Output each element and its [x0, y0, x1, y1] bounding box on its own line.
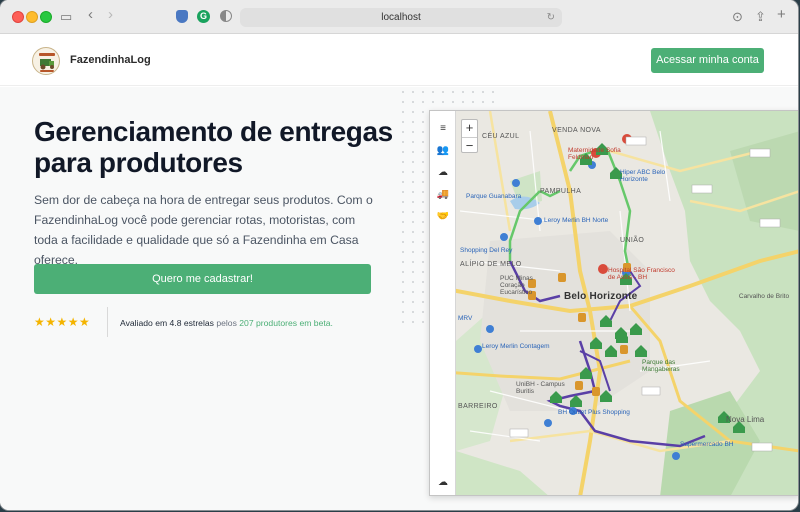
download-icon[interactable]: ⊙: [732, 9, 743, 25]
map-label-ceu-azul: CÉU AZUL: [482, 133, 520, 140]
zoom-out-button[interactable]: −: [462, 137, 477, 154]
sidebar-toggle-icon[interactable]: ▭: [60, 9, 72, 25]
menu-icon[interactable]: ≡: [430, 119, 456, 139]
map-toolbar: ≡ 👥 ☁ 🚚 🤝 ☁: [430, 111, 456, 495]
minimize-window-button[interactable]: [26, 11, 38, 23]
map-label-uniao: UNIÃO: [620, 237, 645, 244]
cloud-icon[interactable]: ☁: [430, 473, 456, 493]
rating-text: Avaliado em 4.8 estrelas pelos 207 produ…: [120, 318, 333, 328]
logo-image[interactable]: [32, 47, 60, 75]
hero-title: Gerenciamento de entregas para produtore…: [34, 116, 393, 178]
rating-mid: pelos: [213, 318, 240, 328]
map-label-unibh: UniBH - Campus Buritis: [516, 381, 565, 395]
address-text: localhost: [381, 12, 421, 23]
browser-window: ▭ ‹ › G localhost ↻ ⊙ ⇪ + FazendinhaLog …: [0, 0, 798, 510]
zoom-control: + −: [461, 119, 478, 153]
address-bar[interactable]: localhost ↻: [240, 8, 562, 27]
map-label-carvalho: Carvalho de Brito: [738, 293, 790, 300]
map-label-puc: PUC Minas Coração Eucarístico: [500, 275, 533, 296]
brand-name[interactable]: FazendinhaLog: [70, 54, 151, 66]
map-screenshot[interactable]: ≡ 👥 ☁ 🚚 🤝 ☁ + − CÉU AZUL VENDA NOVA PAMP…: [429, 110, 798, 496]
map-label-supermercado: Supermercado BH: [680, 441, 734, 448]
zoom-in-button[interactable]: +: [462, 120, 477, 137]
site-header: FazendinhaLog Acessar minha conta: [0, 34, 798, 86]
map-label-shopping: Shopping Del Rey: [460, 247, 513, 254]
map-label-bh: Belo Horizonte: [564, 291, 638, 302]
truck-icon[interactable]: 🚚: [430, 185, 456, 205]
drivers-icon[interactable]: 👥: [430, 141, 456, 161]
map-label-nova-lima: Nova Lima: [726, 415, 765, 424]
close-window-button[interactable]: [12, 11, 24, 23]
rating-link[interactable]: 207 produtores em beta.: [239, 318, 333, 328]
rating-stars: ★★★★★: [34, 315, 91, 329]
hero-lead: Sem dor de cabeça na hora de entregar se…: [34, 193, 373, 267]
forward-icon[interactable]: ›: [108, 7, 113, 23]
login-button[interactable]: Acessar minha conta: [651, 48, 764, 73]
browser-titlebar: ▭ ‹ › G localhost ↻ ⊙ ⇪ +: [0, 0, 798, 34]
map-label-leroy-norte: Leroy Merlin BH Norte: [544, 217, 609, 224]
shield-icon[interactable]: [176, 10, 188, 23]
map-label-venda-nova: VENDA NOVA: [552, 127, 601, 134]
map-label-hiper: Hiper ABC Belo Horizonte: [620, 169, 666, 183]
zoom-window-button[interactable]: [40, 11, 52, 23]
rating-prefix: Avaliado em 4.8 estrelas: [120, 318, 214, 328]
map-label-hospital-sf: Hospital São Francisco de Assis - BH: [608, 267, 675, 281]
new-tab-icon[interactable]: +: [777, 7, 786, 23]
map-label-parque-guanabara: Parque Guanabara: [466, 193, 522, 200]
map-label-outlet: BH Outlet Plus Shopping: [558, 409, 630, 416]
back-icon[interactable]: ‹: [88, 7, 93, 23]
map-label-alipio: ALÍPIO DE MELO: [460, 261, 522, 268]
map-canvas: [430, 111, 798, 495]
reload-icon[interactable]: ↻: [547, 8, 555, 27]
map-label-maternidade: Maternidade Sofia Feldman: [568, 147, 621, 161]
map-label-pampulha: PAMPULHA: [540, 188, 582, 195]
handshake-icon[interactable]: 🤝: [430, 207, 456, 227]
rating-divider: [107, 307, 108, 337]
map-label-leroy-contagem: Leroy Merlin Contagem: [482, 343, 550, 350]
signup-button[interactable]: Quero me cadastrar!: [34, 264, 371, 294]
share-icon[interactable]: ⇪: [755, 9, 766, 25]
map-label-mrv: MRV: [458, 315, 473, 322]
privacy-icon[interactable]: [220, 10, 232, 22]
map-label-barreiro: BARREIRO: [458, 403, 498, 410]
upload-cloud-icon[interactable]: ☁: [430, 163, 456, 183]
grammarly-icon[interactable]: G: [197, 10, 210, 23]
map-label-mangabeiras: Parque das Mangabeiras: [642, 359, 680, 373]
